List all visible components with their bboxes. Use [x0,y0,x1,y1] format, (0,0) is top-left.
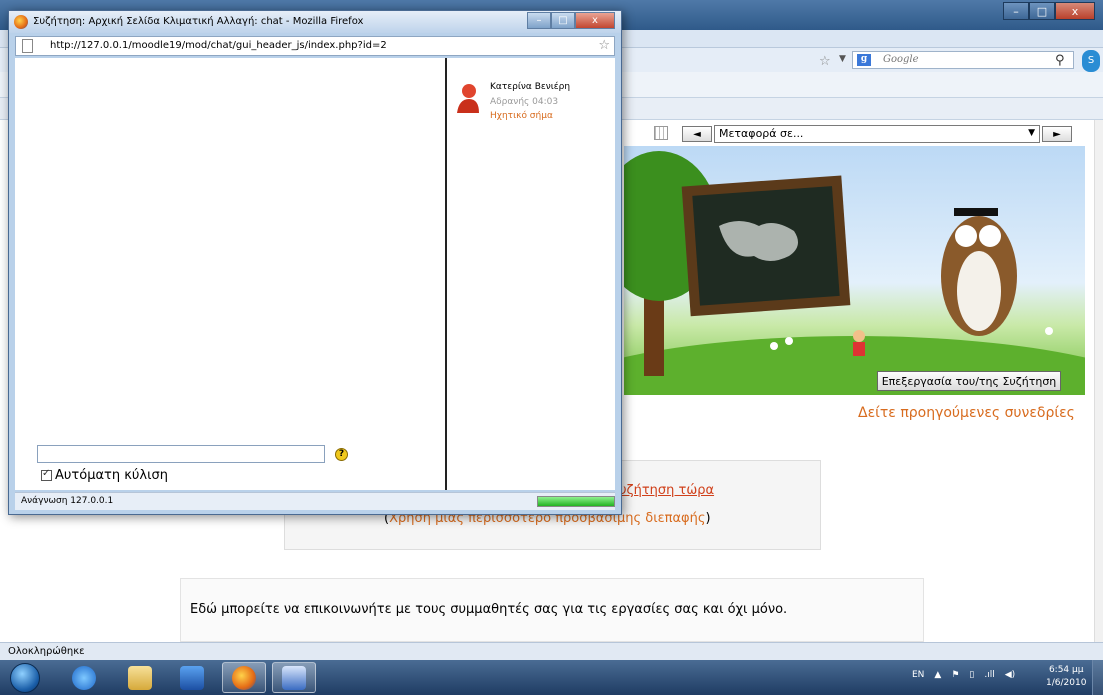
system-clock[interactable]: 6:54 μμ 1/6/2010 [1046,664,1086,690]
tray-expand-icon[interactable]: ▲ [934,670,941,680]
graduation-cap [954,208,998,216]
popup-status-text: Ανάγνωση 127.0.0.1 [21,496,114,506]
jump-to-select[interactable]: Μεταφορά σε... ▼ [714,125,1040,143]
owl-belly [957,251,1001,331]
edit-chat-button[interactable]: Επεξεργασία του/της Συζήτηση [877,371,1061,391]
flower [770,342,778,350]
loading-progress-fill [538,497,614,506]
message-input[interactable] [37,445,325,463]
banner-illustration [624,151,1085,395]
show-desktop-button[interactable] [1092,660,1103,695]
taskbar: EN ▲ ⚑ ▯ .ıll ◀) 6:54 μμ 1/6/2010 [0,660,1103,695]
popup-minimize-button[interactable]: – [527,12,551,29]
previous-sessions-link[interactable]: Δείτε προηγούμενες συνεδρίες [858,405,1075,421]
page-scrollbar[interactable] [1094,120,1103,642]
google-icon[interactable]: g [857,54,871,66]
bg-status-bar: Ολοκληρώθηκε [0,642,1103,660]
bg-close-button[interactable]: x [1055,2,1095,20]
ie-icon[interactable] [62,662,106,693]
checkbox-icon[interactable] [41,468,52,481]
bookmark-star-icon[interactable]: ☆ [598,38,610,53]
media-player-icon[interactable] [170,662,214,693]
page-icon [22,39,33,53]
chat-users-pane: Κατερίνα Βενιέρη Αδρανής 04:03 Ηχητικό σ… [445,58,615,490]
loading-progress-bar [537,496,615,507]
grid-icon[interactable] [654,126,668,140]
firefox-icon[interactable] [222,662,266,693]
system-tray: EN ▲ ⚑ ▯ .ıll ◀) [912,670,1015,680]
chevron-down-icon: ▼ [1028,128,1035,138]
bg-minimize-button[interactable]: – [1003,2,1029,20]
chat-popup-window: Συζήτηση: Αρχική Σελίδα Κλιματική Αλλαγή… [8,10,622,515]
search-input[interactable]: g Google [852,51,1074,69]
popup-status-bar: Ανάγνωση 127.0.0.1 [15,492,615,510]
word-icon[interactable] [272,662,316,693]
paren-close: ) [705,511,711,526]
search-placeholder: Google [883,54,919,65]
popup-url-bar[interactable]: http://127.0.0.1/moodle19/mod/chat/gui_h… [15,36,615,56]
flower [1045,327,1053,335]
popup-window-controls: – □ x [527,12,615,29]
chat-intro-text: Εδώ μπορείτε να επικοινωνήτε με τους συμ… [190,602,788,617]
popup-maximize-button[interactable]: □ [551,12,575,29]
owl-eye [979,225,1001,247]
beep-link[interactable]: Ηχητικό σήμα [490,111,553,121]
firefox-icon [14,15,28,29]
autoscroll-label: Αυτόματη κύλιση [55,468,168,483]
autoscroll-checkbox[interactable]: Αυτόματη κύλιση [41,468,168,483]
child-figure [853,330,865,342]
child-body [853,342,865,356]
start-orb[interactable] [10,663,40,693]
clock-time: 6:54 μμ [1048,665,1084,675]
clock-date: 1/6/2010 [1046,678,1087,688]
bg-window-controls: – □ x [1003,2,1095,20]
popup-close-button[interactable]: x [575,12,615,29]
language-indicator[interactable]: EN [912,670,924,680]
flower [785,337,793,345]
search-icon[interactable]: ⚲ [1055,53,1065,68]
jump-to-label: Μεταφορά σε... [719,127,804,140]
popup-titlebar[interactable]: Συζήτηση: Αρχική Σελίδα Κλιματική Αλλαγή… [9,11,621,33]
action-center-icon[interactable]: ⚑ [951,670,959,680]
volume-icon[interactable]: ◀) [1005,670,1015,680]
popup-title: Συζήτηση: Αρχική Σελίδα Κλιματική Αλλαγή… [33,16,364,27]
user-avatar-icon[interactable] [457,83,479,113]
owl-eye [955,225,977,247]
bookmark-star-icon[interactable]: ☆ [819,54,831,69]
network-icon[interactable]: .ıll [984,670,994,680]
enter-chat-link[interactable]: υζήτηση τώρα [619,483,714,498]
user-idle-time: Αδρανής 04:03 [490,97,559,107]
nav-next-button[interactable]: ► [1042,126,1072,142]
user-name: Κατερίνα Βενιέρη [490,82,571,92]
chevron-down-icon[interactable]: ▼ [839,54,846,64]
explorer-icon[interactable] [118,662,162,693]
popup-url[interactable]: http://127.0.0.1/moodle19/mod/chat/gui_h… [50,40,387,51]
bg-maximize-button[interactable]: □ [1029,2,1055,20]
nav-prev-button[interactable]: ◄ [682,126,712,142]
skype-icon[interactable]: S [1082,50,1100,72]
chat-messages-pane[interactable]: ? Αυτόματη κύλιση [15,58,445,490]
battery-icon[interactable]: ▯ [969,670,974,680]
help-icon[interactable]: ? [335,448,348,461]
course-banner-image [624,146,1085,395]
